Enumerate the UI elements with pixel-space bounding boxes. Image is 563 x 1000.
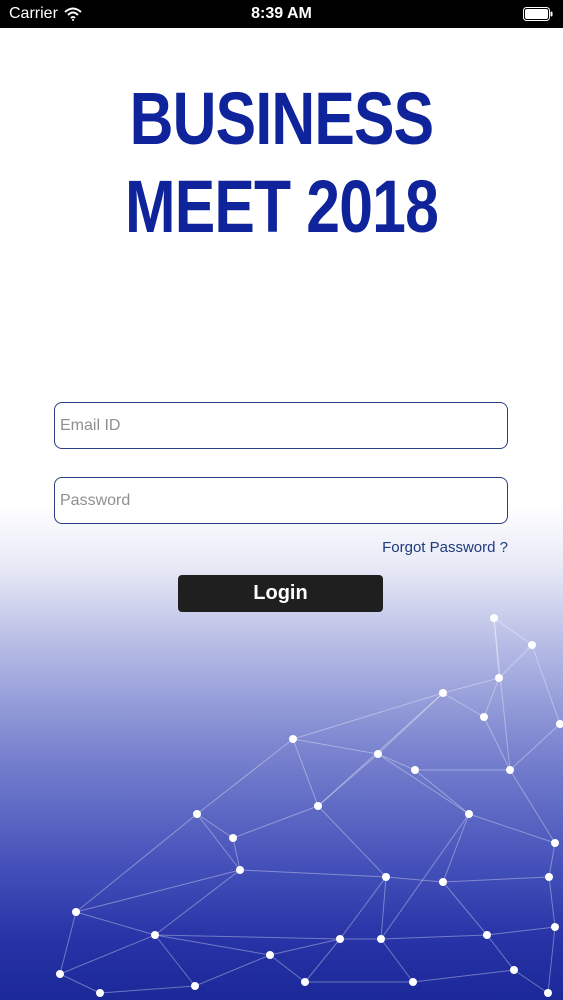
logo-line-1: BUSINESS (129, 77, 434, 160)
logo-line-2: MEET 2018 (124, 165, 439, 248)
login-button[interactable]: Login (178, 575, 383, 612)
status-bar: Carrier 8:39 AM (0, 0, 563, 28)
battery-icon (523, 7, 553, 21)
app-logo: BUSINESS MEET 2018 (51, 75, 513, 251)
status-time: 8:39 AM (251, 5, 312, 22)
email-input[interactable] (54, 402, 508, 449)
login-screen: Carrier 8:39 AM BUSINESS MEET 2018 Forgo… (0, 0, 563, 1000)
password-input[interactable] (54, 477, 508, 524)
forgot-password-link[interactable]: Forgot Password ? (382, 539, 508, 556)
